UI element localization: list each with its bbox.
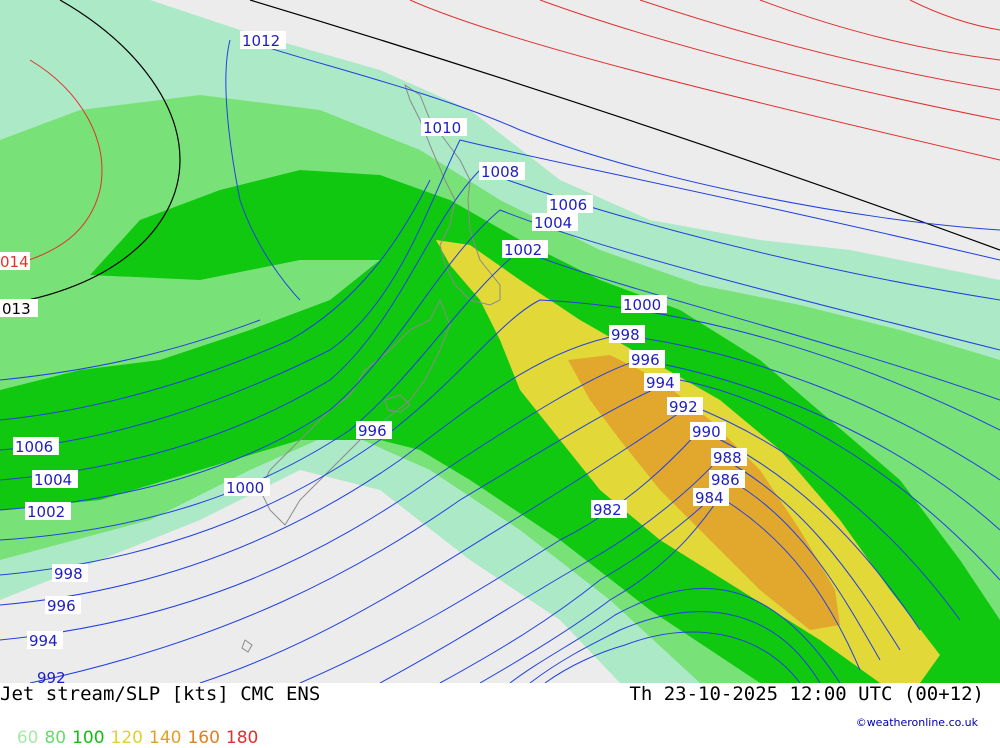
label-988: 988 xyxy=(711,448,747,467)
label-1013-black: 013 xyxy=(0,299,38,318)
label-1006: 1006 xyxy=(547,195,593,214)
label-996-center: 996 xyxy=(356,421,392,440)
map-datetime: Th 23-10-2025 12:00 UTC (00+12) xyxy=(629,683,984,705)
svg-text:1006: 1006 xyxy=(549,196,587,214)
map-title: Jet stream/SLP [kts] CMC ENS xyxy=(0,683,321,705)
label-1006-west: 1006 xyxy=(13,437,59,456)
svg-text:992: 992 xyxy=(37,669,66,683)
legend-100: 100 xyxy=(72,728,105,748)
label-998-west: 998 xyxy=(52,564,88,583)
label-1002-west: 1002 xyxy=(25,502,71,521)
label-1008: 1008 xyxy=(479,162,525,181)
label-1000-west: 1000 xyxy=(224,478,270,497)
svg-text:994: 994 xyxy=(29,632,58,650)
label-1010: 1010 xyxy=(421,118,467,137)
svg-text:1010: 1010 xyxy=(423,119,461,137)
label-1014-red: 014 xyxy=(0,252,30,271)
svg-text:1012: 1012 xyxy=(242,32,280,50)
svg-text:982: 982 xyxy=(593,501,622,519)
svg-text:998: 998 xyxy=(54,565,83,583)
svg-text:990: 990 xyxy=(692,423,721,441)
label-1004-west: 1004 xyxy=(32,470,78,489)
label-998: 998 xyxy=(609,325,645,344)
label-984: 984 xyxy=(693,488,729,507)
label-986: 986 xyxy=(709,470,745,489)
label-990: 990 xyxy=(690,422,726,441)
legend-140: 140 xyxy=(149,728,182,748)
label-1002: 1002 xyxy=(502,240,548,259)
legend-180: 180 xyxy=(225,728,259,748)
label-996: 996 xyxy=(629,350,665,369)
svg-text:996: 996 xyxy=(47,597,76,615)
legend-80: 80 xyxy=(44,728,67,748)
label-994-west: 994 xyxy=(27,631,63,650)
svg-text:1002: 1002 xyxy=(504,241,542,259)
svg-text:996: 996 xyxy=(631,351,660,369)
legend-160: 160 xyxy=(187,728,220,748)
credit-link[interactable]: ©weatheronline.co.uk xyxy=(856,716,978,729)
svg-text:984: 984 xyxy=(695,489,724,507)
svg-text:1006: 1006 xyxy=(15,438,53,456)
svg-text:1000: 1000 xyxy=(623,296,661,314)
label-994: 994 xyxy=(644,373,680,392)
label-996-west: 996 xyxy=(45,596,81,615)
svg-text:013: 013 xyxy=(2,300,31,318)
label-1000: 1000 xyxy=(621,295,667,314)
svg-text:992: 992 xyxy=(669,398,698,416)
svg-text:996: 996 xyxy=(358,422,387,440)
label-982: 982 xyxy=(591,500,627,519)
svg-text:1002: 1002 xyxy=(27,503,65,521)
label-1012: 1012 xyxy=(240,31,286,50)
svg-text:994: 994 xyxy=(646,374,675,392)
svg-text:988: 988 xyxy=(713,449,742,467)
speed-legend: 60 80 100 120 140 160 180 xyxy=(6,708,264,748)
svg-text:1008: 1008 xyxy=(481,163,519,181)
label-992-west: 992 xyxy=(37,669,66,683)
svg-text:998: 998 xyxy=(611,326,640,344)
svg-text:1004: 1004 xyxy=(34,471,72,489)
legend-60: 60 xyxy=(16,728,39,748)
svg-text:1004: 1004 xyxy=(534,214,572,232)
label-1004: 1004 xyxy=(532,213,578,232)
label-992: 992 xyxy=(667,397,703,416)
weather-map: 1012 1010 1008 1006 1004 1002 1000 998 9… xyxy=(0,0,1000,683)
svg-text:1000: 1000 xyxy=(226,479,264,497)
legend-120: 120 xyxy=(110,728,143,748)
svg-text:986: 986 xyxy=(711,471,740,489)
svg-text:014: 014 xyxy=(0,253,29,271)
